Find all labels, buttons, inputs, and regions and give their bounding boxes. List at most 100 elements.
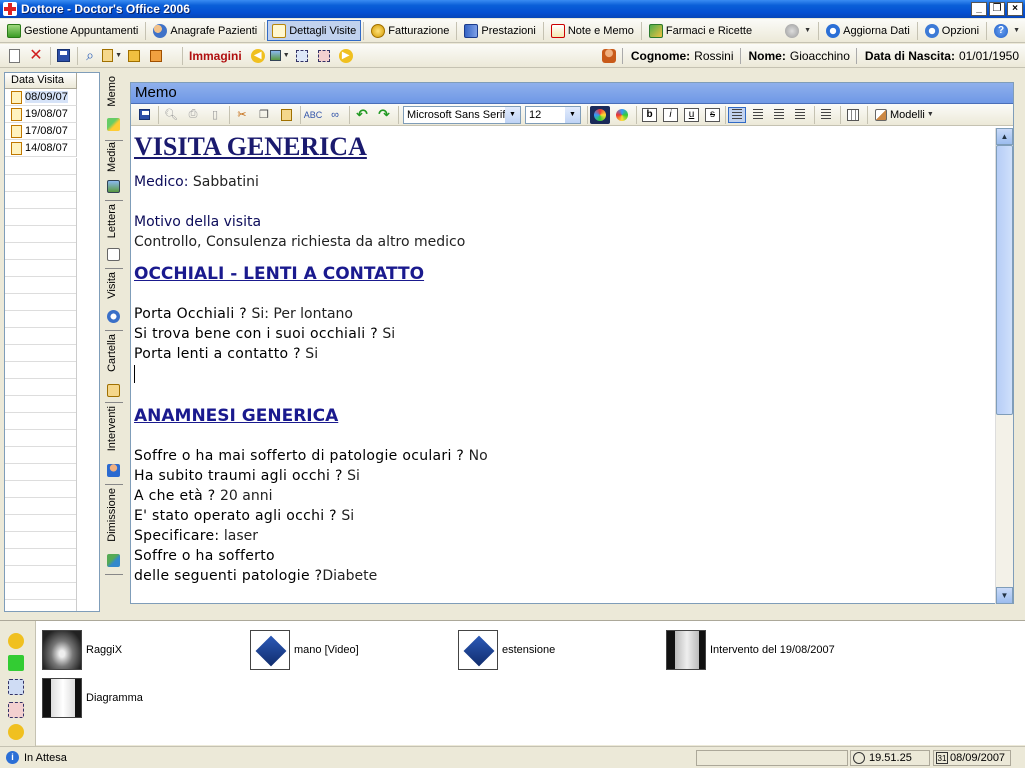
print-preview-button[interactable]: 🔍︎ bbox=[161, 106, 181, 124]
scroll-up-button[interactable]: ▲ bbox=[996, 128, 1013, 145]
tab-cartella[interactable]: Cartella bbox=[103, 334, 125, 400]
print-button[interactable]: ⎙ bbox=[183, 106, 203, 124]
minimize-button[interactable]: _ bbox=[971, 2, 987, 16]
crop-media-button[interactable] bbox=[8, 702, 24, 718]
question: Porta lenti a contatto ? bbox=[134, 346, 301, 362]
scroll-down-button[interactable]: ▼ bbox=[996, 587, 1013, 604]
memo-line: delle seguenti patologie ?Diabete bbox=[134, 566, 995, 586]
tab-media[interactable]: Media bbox=[103, 142, 125, 198]
page-setup-button[interactable]: ▯ bbox=[205, 106, 225, 124]
images-forward-button[interactable]: ▶ bbox=[336, 46, 356, 66]
nav-prestazioni[interactable]: Prestazioni bbox=[459, 20, 540, 41]
image-zoom-button[interactable] bbox=[292, 46, 312, 66]
tab-interventi[interactable]: Interventi bbox=[103, 406, 125, 482]
nav-note-e-memo[interactable]: Note e Memo bbox=[546, 20, 639, 41]
nav-anagrafe-pazienti[interactable]: Anagrafe Pazienti bbox=[148, 20, 262, 41]
delete-button[interactable]: ✕ bbox=[26, 46, 46, 66]
media-item-mano-video[interactable]: mano [Video] bbox=[250, 630, 359, 670]
dob-value: 01/01/1950 bbox=[958, 49, 1019, 63]
zoom-media-button[interactable] bbox=[8, 679, 24, 695]
export-button[interactable] bbox=[124, 46, 144, 66]
media-item-intervento[interactable]: Intervento del 19/08/2007 bbox=[666, 630, 835, 670]
memo-save-button[interactable] bbox=[134, 106, 154, 124]
tab-memo[interactable]: Memo bbox=[103, 76, 125, 140]
chevron-down-icon: ▼ bbox=[115, 52, 122, 59]
clipboard-icon bbox=[102, 49, 114, 62]
underline-button[interactable]: u bbox=[684, 107, 699, 122]
align-left-button[interactable] bbox=[728, 106, 746, 123]
help-dropdown[interactable]: ? ▼ bbox=[989, 20, 1025, 41]
strikethrough-button[interactable]: s bbox=[705, 107, 720, 122]
separator bbox=[916, 21, 918, 40]
surname-label: Cognome: bbox=[630, 49, 691, 63]
answer: Si: Per lontano bbox=[247, 306, 353, 322]
media-item-diagramma[interactable]: Diagramma bbox=[42, 678, 143, 718]
print-button[interactable]: ▼ bbox=[102, 46, 122, 66]
italic-button[interactable]: i bbox=[663, 107, 678, 122]
question: Porta Occhiali ? bbox=[134, 306, 247, 322]
visit-date-column-header[interactable]: Data Visita bbox=[5, 73, 77, 89]
media-gallery: RaggiX mano [Video] estensione Intervent… bbox=[0, 620, 1025, 746]
font-family-select[interactable]: Microsoft Sans Serif ▼ bbox=[403, 105, 521, 124]
close-button[interactable]: × bbox=[1007, 2, 1023, 16]
redo-button[interactable]: ↷ bbox=[374, 106, 394, 124]
image-view-button[interactable]: ▼ bbox=[269, 46, 290, 66]
reason-label: Motivo della visita bbox=[134, 214, 262, 230]
highlight-color-button[interactable] bbox=[612, 106, 632, 124]
copy-button[interactable]: ❐ bbox=[254, 106, 274, 124]
undo-button[interactable]: ↶ bbox=[352, 106, 372, 124]
cut-button[interactable]: ✂ bbox=[232, 106, 252, 124]
visit-date-row[interactable]: 14/08/07 bbox=[5, 140, 77, 157]
window-title: Dottore - Doctor's Office 2006 bbox=[21, 2, 190, 16]
memo-editor[interactable]: VISITA GENERICA Medico: Sabbatini Motivo… bbox=[131, 128, 995, 604]
visit-date-row[interactable]: 17/08/07 bbox=[5, 123, 77, 140]
images-label: Immagini bbox=[189, 48, 242, 63]
nav-fatturazione[interactable]: Fatturazione bbox=[366, 20, 454, 41]
paste-button[interactable] bbox=[276, 106, 296, 124]
plugin-dropdown[interactable]: ▼ bbox=[780, 20, 816, 41]
tab-lettera[interactable]: Lettera bbox=[103, 204, 125, 266]
media-back-button[interactable] bbox=[8, 633, 24, 649]
add-media-button[interactable] bbox=[8, 655, 24, 671]
align-right-button[interactable] bbox=[770, 106, 788, 123]
nav-farmaci-e-ricette[interactable]: Farmaci e Ricette bbox=[644, 20, 757, 41]
memo-scrollbar[interactable]: ▲ ▼ bbox=[995, 128, 1013, 604]
nav-dettagli-visite[interactable]: Dettagli Visite bbox=[267, 20, 362, 41]
visit-date-row[interactable]: 08/09/07 bbox=[5, 89, 77, 106]
image-crop-button[interactable] bbox=[314, 46, 334, 66]
nav-opzioni[interactable]: Opzioni bbox=[920, 20, 984, 41]
search-button[interactable]: ⌕ bbox=[80, 46, 100, 66]
tab-visita[interactable]: Visita bbox=[103, 272, 125, 328]
diagram-thumbnail bbox=[42, 678, 82, 718]
bold-button[interactable]: b bbox=[642, 107, 657, 122]
insert-table-button[interactable] bbox=[843, 106, 863, 124]
tab-dimissione[interactable]: Dimissione bbox=[103, 488, 125, 576]
text-color-button[interactable] bbox=[590, 105, 610, 124]
patients-icon bbox=[153, 23, 168, 38]
images-back-button[interactable]: ◀ bbox=[248, 46, 268, 66]
models-label: Modelli bbox=[890, 108, 925, 121]
tab-label: Memo bbox=[106, 76, 118, 107]
media-item-raggix[interactable]: RaggiX bbox=[42, 630, 122, 670]
import-button[interactable] bbox=[146, 46, 166, 66]
align-justify-button[interactable] bbox=[791, 106, 809, 123]
media-forward-button[interactable] bbox=[8, 724, 24, 740]
models-dropdown[interactable]: Modelli ▼ bbox=[870, 106, 939, 124]
font-size-select[interactable]: 12 ▼ bbox=[525, 105, 581, 124]
bullet-list-button[interactable] bbox=[817, 106, 835, 123]
maximize-button[interactable]: ❐ bbox=[989, 2, 1005, 16]
media-item-estensione[interactable]: estensione bbox=[458, 630, 555, 670]
separator bbox=[182, 46, 183, 65]
scroll-thumb[interactable] bbox=[996, 145, 1013, 415]
new-button[interactable] bbox=[4, 46, 24, 66]
find-replace-button[interactable]: ∞ bbox=[325, 106, 345, 124]
visit-date-row[interactable]: 19/08/07 bbox=[5, 106, 77, 123]
answer: Si bbox=[336, 508, 355, 524]
question: E' stato operato agli occhi ? bbox=[134, 508, 337, 524]
nav-aggiorna-dati[interactable]: Aggiorna Dati bbox=[821, 20, 915, 41]
align-center-button[interactable] bbox=[749, 106, 767, 123]
nav-gestione-appuntamenti[interactable]: Gestione Appuntamenti bbox=[2, 20, 143, 41]
spellcheck-button[interactable]: ABC bbox=[303, 106, 323, 124]
separator bbox=[158, 105, 159, 124]
save-button[interactable] bbox=[53, 46, 73, 66]
